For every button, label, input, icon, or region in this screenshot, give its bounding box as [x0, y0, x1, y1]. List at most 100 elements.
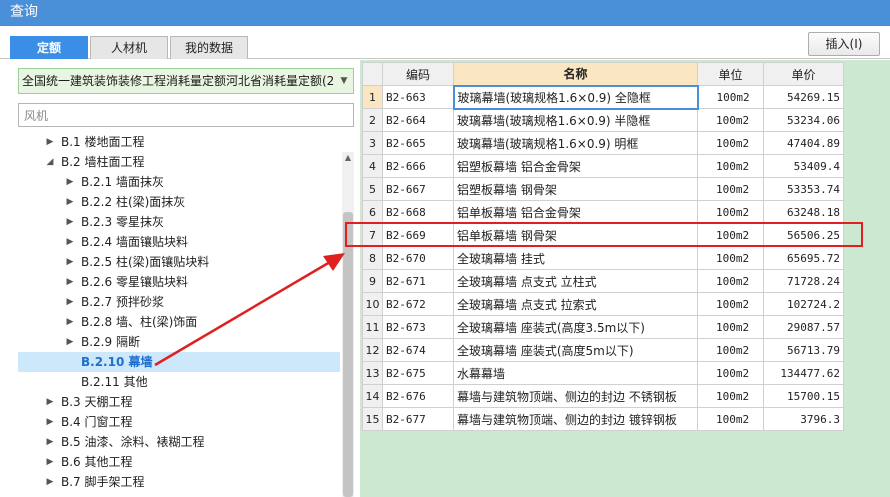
cell-unit[interactable]: 100m2	[697, 361, 764, 385]
collapsed-caret-icon[interactable]: ▶	[65, 332, 75, 352]
tree-node[interactable]: ▶ B.2.5 柱(梁)面镶贴块料	[18, 252, 340, 272]
cell-name[interactable]: 水幕幕墙	[453, 361, 698, 385]
cell-unit[interactable]: 100m2	[697, 269, 764, 293]
row-number[interactable]: 14	[362, 384, 383, 408]
cell-name[interactable]: 全玻璃幕墙 座装式(高度5m以下)	[453, 338, 698, 362]
tree-node[interactable]: ▶ B.2.6 零星镶贴块料	[18, 272, 340, 292]
table-row[interactable]: 9 B2-671 全玻璃幕墙 点支式 立柱式 100m2 71728.24	[362, 269, 844, 293]
insert-button[interactable]: 插入(I)	[808, 32, 880, 56]
cell-unit[interactable]: 100m2	[697, 338, 764, 362]
column-header-price[interactable]: 单价	[763, 62, 844, 86]
scroll-up-icon[interactable]: ▲	[342, 152, 354, 164]
collapsed-caret-icon[interactable]: ▶	[45, 452, 55, 472]
cell-code[interactable]: B2-664	[382, 108, 454, 132]
cell-price[interactable]: 63248.18	[763, 200, 844, 224]
chevron-down-icon[interactable]: ▼	[335, 69, 353, 93]
cell-name[interactable]: 玻璃幕墙(玻璃规格1.6×0.9) 明框	[453, 131, 698, 155]
tree-node[interactable]: ▶ B.2.4 墙面镶贴块料	[18, 232, 340, 252]
cell-price[interactable]: 65695.72	[763, 246, 844, 270]
collapsed-caret-icon[interactable]: ▶	[65, 292, 75, 312]
cell-price[interactable]: 134477.62	[763, 361, 844, 385]
table-row[interactable]: 5 B2-667 铝塑板幕墙 钢骨架 100m2 53353.74	[362, 177, 844, 201]
tree-node[interactable]: ▶ B.2.7 预拌砂浆	[18, 292, 340, 312]
cell-price[interactable]: 56713.79	[763, 338, 844, 362]
cell-code[interactable]: B2-676	[382, 384, 454, 408]
collapsed-caret-icon[interactable]: ▶	[65, 312, 75, 332]
cell-code[interactable]: B2-668	[382, 200, 454, 224]
cell-code[interactable]: B2-667	[382, 177, 454, 201]
cell-unit[interactable]: 100m2	[697, 315, 764, 339]
collapsed-caret-icon[interactable]: ▶	[65, 272, 75, 292]
row-number[interactable]: 2	[362, 108, 383, 132]
tree-node[interactable]: ▶ B.6 其他工程	[18, 452, 340, 472]
table-row[interactable]: 12 B2-674 全玻璃幕墙 座装式(高度5m以下) 100m2 56713.79	[362, 338, 844, 362]
row-number[interactable]: 6	[362, 200, 383, 224]
cell-name[interactable]: 全玻璃幕墙 座装式(高度3.5m以下)	[453, 315, 698, 339]
tab-quota[interactable]: 定额	[10, 36, 88, 59]
table-row[interactable]: 2 B2-664 玻璃幕墙(玻璃规格1.6×0.9) 半隐框 100m2 53234.0…	[362, 108, 844, 132]
table-row[interactable]: 4 B2-666 铝塑板幕墙 铝合金骨架 100m2 53409.4	[362, 154, 844, 178]
quota-library-select[interactable]: 全国统一建筑装饰装修工程消耗量定额河北省消耗量定额(20 ▼	[18, 68, 354, 94]
cell-name[interactable]: 玻璃幕墙(玻璃规格1.6×0.9) 半隐框	[453, 108, 698, 132]
row-number[interactable]: 12	[362, 338, 383, 362]
cell-code[interactable]: B2-666	[382, 154, 454, 178]
collapsed-caret-icon[interactable]: ▶	[45, 412, 55, 432]
cell-price[interactable]: 53234.06	[763, 108, 844, 132]
collapsed-caret-icon[interactable]: ▶	[65, 232, 75, 252]
cell-price[interactable]: 53409.4	[763, 154, 844, 178]
cell-price[interactable]: 102724.2	[763, 292, 844, 316]
row-number[interactable]: 1	[362, 85, 383, 109]
cell-unit[interactable]: 100m2	[697, 154, 764, 178]
row-number[interactable]: 8	[362, 246, 383, 270]
cell-code[interactable]: B2-674	[382, 338, 454, 362]
tree-node[interactable]: B.2.11 其他	[18, 372, 340, 392]
tab-labor-material-machine[interactable]: 人材机	[90, 36, 168, 59]
cell-unit[interactable]: 100m2	[697, 108, 764, 132]
cell-code[interactable]: B2-677	[382, 407, 454, 431]
row-number[interactable]: 15	[362, 407, 383, 431]
cell-price[interactable]: 29087.57	[763, 315, 844, 339]
tree-node[interactable]: ▶ B.2.3 零星抹灰	[18, 212, 340, 232]
cell-name[interactable]: 全玻璃幕墙 点支式 立柱式	[453, 269, 698, 293]
cell-code[interactable]: B2-665	[382, 131, 454, 155]
table-row[interactable]: 15 B2-677 幕墙与建筑物顶端、侧边的封边 镀锌钢板 100m2 3796.3	[362, 407, 844, 431]
collapsed-caret-icon[interactable]: ▶	[45, 392, 55, 412]
row-number[interactable]: 11	[362, 315, 383, 339]
collapsed-caret-icon[interactable]: ▶	[45, 432, 55, 452]
cell-price[interactable]: 71728.24	[763, 269, 844, 293]
cell-name[interactable]: 幕墙与建筑物顶端、侧边的封边 不锈钢板	[453, 384, 698, 408]
cell-code[interactable]: B2-671	[382, 269, 454, 293]
cell-name[interactable]: 铝塑板幕墙 铝合金骨架	[453, 154, 698, 178]
tree-node[interactable]: ▶ B.7 脚手架工程	[18, 472, 340, 492]
cell-price[interactable]: 54269.15	[763, 85, 844, 109]
cell-price[interactable]: 3796.3	[763, 407, 844, 431]
tree-node[interactable]: ▶ B.3 天棚工程	[18, 392, 340, 412]
row-number[interactable]: 4	[362, 154, 383, 178]
cell-name[interactable]: 全玻璃幕墙 挂式	[453, 246, 698, 270]
cell-price[interactable]: 47404.89	[763, 131, 844, 155]
table-row[interactable]: 3 B2-665 玻璃幕墙(玻璃规格1.6×0.9) 明框 100m2 47404.89	[362, 131, 844, 155]
collapsed-caret-icon[interactable]: ▶	[65, 192, 75, 212]
cell-unit[interactable]: 100m2	[697, 131, 764, 155]
tree-node[interactable]: ▶ B.2.9 隔断	[18, 332, 340, 352]
cell-name[interactable]: 幕墙与建筑物顶端、侧边的封边 镀锌钢板	[453, 407, 698, 431]
row-number[interactable]: 9	[362, 269, 383, 293]
cell-unit[interactable]: 100m2	[697, 292, 764, 316]
cell-unit[interactable]: 100m2	[697, 407, 764, 431]
table-row[interactable]: 1 B2-663 玻璃幕墙(玻璃规格1.6×0.9) 全隐框 100m2 54269.1…	[362, 84, 844, 110]
collapsed-caret-icon[interactable]: ▶	[65, 212, 75, 232]
cell-code[interactable]: B2-663	[382, 85, 454, 109]
row-number[interactable]: 10	[362, 292, 383, 316]
column-header-name[interactable]: 名称	[453, 62, 698, 86]
cell-unit[interactable]: 100m2	[697, 200, 764, 224]
cell-code[interactable]: B2-675	[382, 361, 454, 385]
collapsed-caret-icon[interactable]: ▶	[45, 132, 55, 152]
cell-name[interactable]: 全玻璃幕墙 点支式 拉索式	[453, 292, 698, 316]
tree-node[interactable]: ▶ B.1 楼地面工程	[18, 132, 340, 152]
table-row[interactable]: 13 B2-675 水幕幕墙 100m2 134477.62	[362, 361, 844, 385]
tree-node[interactable]: ◢ B.2 墙柱面工程	[18, 152, 340, 172]
cell-name[interactable]: 铝塑板幕墙 钢骨架	[453, 177, 698, 201]
tree-scrollbar[interactable]: ▲	[342, 152, 354, 497]
table-row[interactable]: 6 B2-668 铝单板幕墙 铝合金骨架 100m2 63248.18	[362, 200, 844, 224]
collapsed-caret-icon[interactable]: ▶	[65, 172, 75, 192]
